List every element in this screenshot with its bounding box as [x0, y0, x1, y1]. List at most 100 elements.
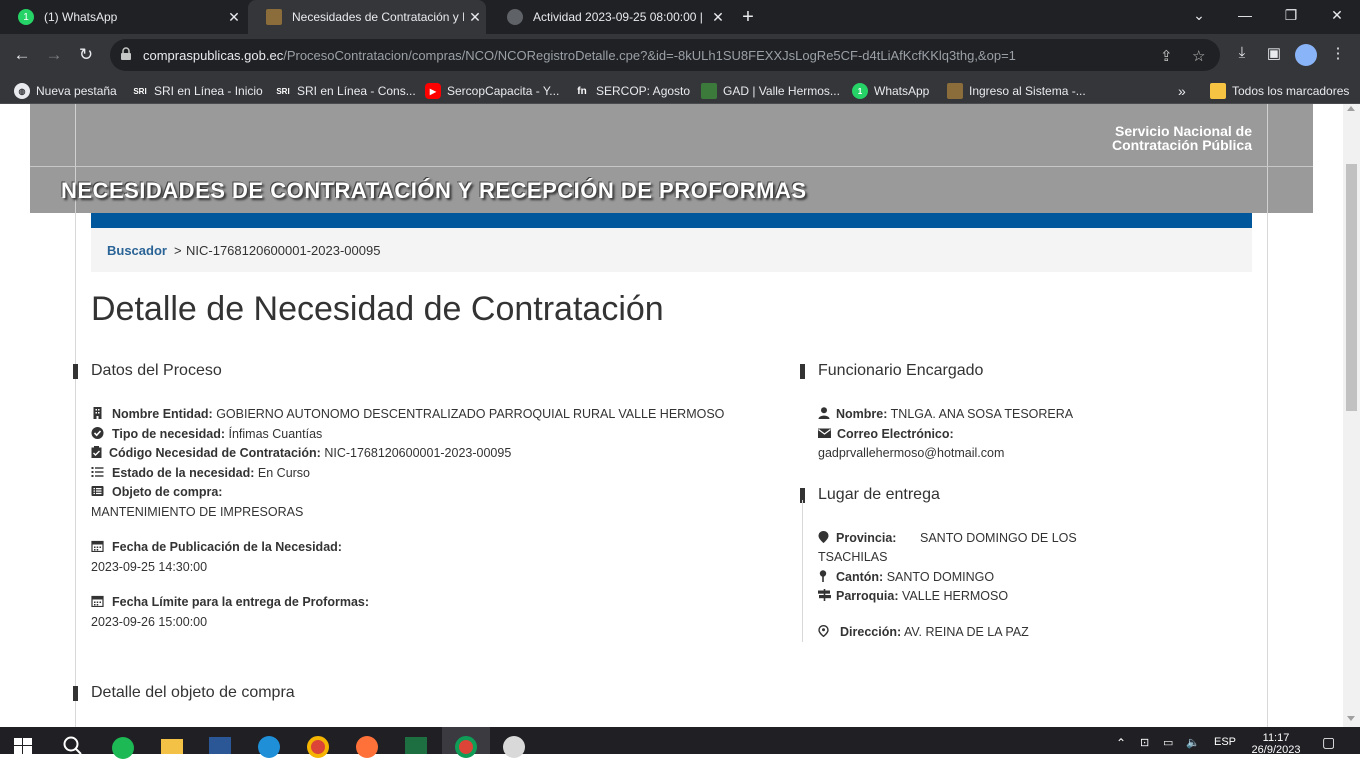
bookmark-whatsapp[interactable]: 1 WhatsApp	[852, 82, 929, 100]
search-icon[interactable]	[62, 736, 82, 754]
scroll-down-icon[interactable]	[1347, 716, 1355, 721]
reload-icon[interactable]: ↻	[71, 40, 101, 70]
value-objeto-compra: MANTENIMIENTO DE IMPRESORAS	[91, 505, 304, 519]
breadcrumb-link-buscador[interactable]: Buscador	[107, 243, 167, 258]
clipboard-check-icon	[91, 446, 102, 458]
file-explorer-icon[interactable]	[161, 739, 183, 754]
clock[interactable]: 11:17 26/9/2023	[1248, 732, 1304, 756]
value-fecha-publicacion: 2023-09-25 14:30:00	[91, 560, 208, 574]
field-direccion: Dirección: AV. REINA DE LA PAZ	[818, 625, 1029, 639]
sidebar-icon[interactable]: ▣	[1262, 44, 1286, 62]
avatar[interactable]	[1295, 44, 1317, 66]
bookmark-sri-consulta[interactable]: SRI SRI en Línea - Cons...	[275, 82, 415, 100]
bookmark-all-folder[interactable]: Todos los marcadores	[1210, 82, 1349, 100]
tab-necesidades[interactable]: Necesidades de Contratación y P ✕	[248, 0, 486, 34]
bookmark-gad-valle-hermoso[interactable]: GAD | Valle Hermos...	[701, 82, 840, 100]
bookmarks-overflow-button[interactable]: »	[1178, 82, 1186, 100]
tab-label: (1) WhatsApp	[44, 10, 118, 24]
excel-icon[interactable]	[405, 737, 427, 754]
section-marker	[800, 364, 805, 379]
signs-icon	[818, 589, 831, 601]
fn-icon: fn	[577, 85, 587, 97]
star-icon[interactable]: ☆	[1192, 47, 1205, 65]
field-provincia: Provincia: SANTO DOMINGO DE LOS	[818, 531, 1128, 545]
new-tab-button[interactable]: +	[736, 4, 760, 30]
value-correo-electronico[interactable]: gadprvallehermoso@hotmail.com	[818, 446, 1004, 460]
section-marker	[73, 364, 78, 379]
value-provincia-cont: TSACHILAS	[818, 550, 888, 564]
firefox-icon[interactable]	[356, 736, 378, 758]
language-indicator[interactable]: ESP	[1214, 736, 1236, 748]
bookmark-sercopcapacita[interactable]: ▶ SercopCapacita - Y...	[425, 82, 559, 100]
content-frame-left	[75, 213, 76, 727]
map-marker-icon	[818, 531, 829, 543]
forward-arrow-icon[interactable]: →	[39, 40, 69, 70]
field-canton: Cantón: SANTO DOMINGO	[818, 570, 994, 584]
field-parroquia: Parroquia: VALLE HERMOSO	[818, 589, 1008, 603]
user-icon	[818, 407, 830, 419]
bookmark-sercop-agosto[interactable]: fn SERCOP: Agosto	[574, 82, 690, 100]
edge-icon[interactable]	[258, 736, 280, 758]
field-fecha-limite: Fecha Límite para la entrega de Proforma…	[91, 595, 369, 609]
notifications-icon[interactable]: ▢	[1322, 734, 1335, 751]
field-codigo-necesidad: Código Necesidad de Contratación: NIC-17…	[91, 446, 511, 460]
gad-icon	[701, 83, 717, 99]
restore-icon[interactable]: ❐	[1268, 0, 1314, 30]
window-close-icon[interactable]: ✕	[1314, 0, 1360, 30]
tab-label: Actividad 2023-09-25 08:00:00 | N	[533, 10, 707, 24]
page-viewport: Servicio Nacional de Contratación Públic…	[0, 104, 1343, 727]
minimize-icon[interactable]: —	[1222, 0, 1268, 30]
map-marker-outline-icon	[818, 625, 829, 637]
windows-start-icon[interactable]	[14, 738, 32, 754]
tab-actividad[interactable]: Actividad 2023-09-25 08:00:00 | N ✕	[489, 0, 729, 34]
breadcrumb-separator: >	[174, 243, 182, 258]
menu-dots-icon[interactable]: ⋮	[1326, 44, 1350, 62]
tab-label: Necesidades de Contratación y P	[292, 10, 464, 24]
field-tipo-necesidad: Tipo de necesidad: Ínfimas Cuantías	[91, 427, 322, 441]
field-fecha-publicacion: Fecha de Publicación de la Necesidad:	[91, 540, 342, 554]
browser-tab-strip: 1 (1) WhatsApp ✕ Necesidades de Contrata…	[0, 0, 1360, 34]
tab-whatsapp[interactable]: 1 (1) WhatsApp ✕	[0, 0, 245, 34]
back-arrow-icon[interactable]: ←	[7, 40, 37, 70]
word-icon[interactable]	[209, 737, 231, 754]
sri-icon: SRI	[276, 86, 290, 96]
tray-camera-icon[interactable]: ⊡	[1140, 736, 1149, 749]
field-funcionario-nombre: Nombre: TNLGA. ANA SOSA TESORERA	[818, 407, 1073, 421]
value-fecha-limite: 2023-09-26 15:00:00	[91, 615, 208, 629]
close-icon[interactable]: ✕	[707, 9, 729, 26]
tab-search-icon[interactable]: ⌄	[1176, 0, 1222, 30]
url-text: compraspublicas.gob.ec/ProcesoContrataci…	[143, 48, 1016, 63]
network-icon[interactable]: ▭	[1163, 736, 1173, 749]
section-title-datos-proceso: Datos del Proceso	[91, 362, 222, 379]
volume-icon[interactable]: 🔈	[1186, 736, 1200, 749]
whatsapp-icon: 1	[18, 9, 34, 25]
lock-icon	[121, 47, 131, 60]
download-icon[interactable]: ⤓	[1230, 44, 1254, 61]
seal-icon	[947, 83, 963, 99]
content-frame-right	[1267, 213, 1268, 727]
globe-icon: ◍	[14, 83, 30, 99]
page-title: Detalle de Necesidad de Contratación	[91, 290, 664, 328]
spotify-icon[interactable]	[112, 737, 134, 759]
bookmark-sri-inicio[interactable]: SRI SRI en Línea - Inicio	[132, 82, 262, 100]
share-icon[interactable]: ⇪	[1160, 47, 1173, 65]
bookmark-ingreso-sistema[interactable]: Ingreso al Sistema -...	[947, 82, 1086, 100]
tray-chevron-icon[interactable]: ⌃	[1116, 736, 1126, 750]
close-icon[interactable]: ✕	[464, 9, 486, 26]
bookmark-nueva-pestana[interactable]: ◍ Nueva pestaña	[14, 82, 117, 100]
map-pin-icon	[819, 570, 827, 582]
scrollbar-thumb[interactable]	[1346, 164, 1357, 411]
paint-icon[interactable]	[503, 736, 525, 758]
blue-accent-bar	[91, 213, 1252, 228]
chrome-profile-icon[interactable]	[455, 736, 477, 758]
section-marker	[73, 686, 78, 701]
seal-icon	[266, 9, 282, 25]
section-title-funcionario: Funcionario Encargado	[818, 362, 984, 379]
close-icon[interactable]: ✕	[223, 9, 245, 26]
scroll-up-icon[interactable]	[1347, 106, 1355, 111]
calendar-icon	[91, 595, 104, 607]
chrome-icon[interactable]	[307, 736, 329, 758]
header-divider	[1267, 104, 1268, 213]
address-bar[interactable]: compraspublicas.gob.ec/ProcesoContrataci…	[110, 39, 1220, 71]
page-scrollbar[interactable]	[1343, 104, 1360, 727]
